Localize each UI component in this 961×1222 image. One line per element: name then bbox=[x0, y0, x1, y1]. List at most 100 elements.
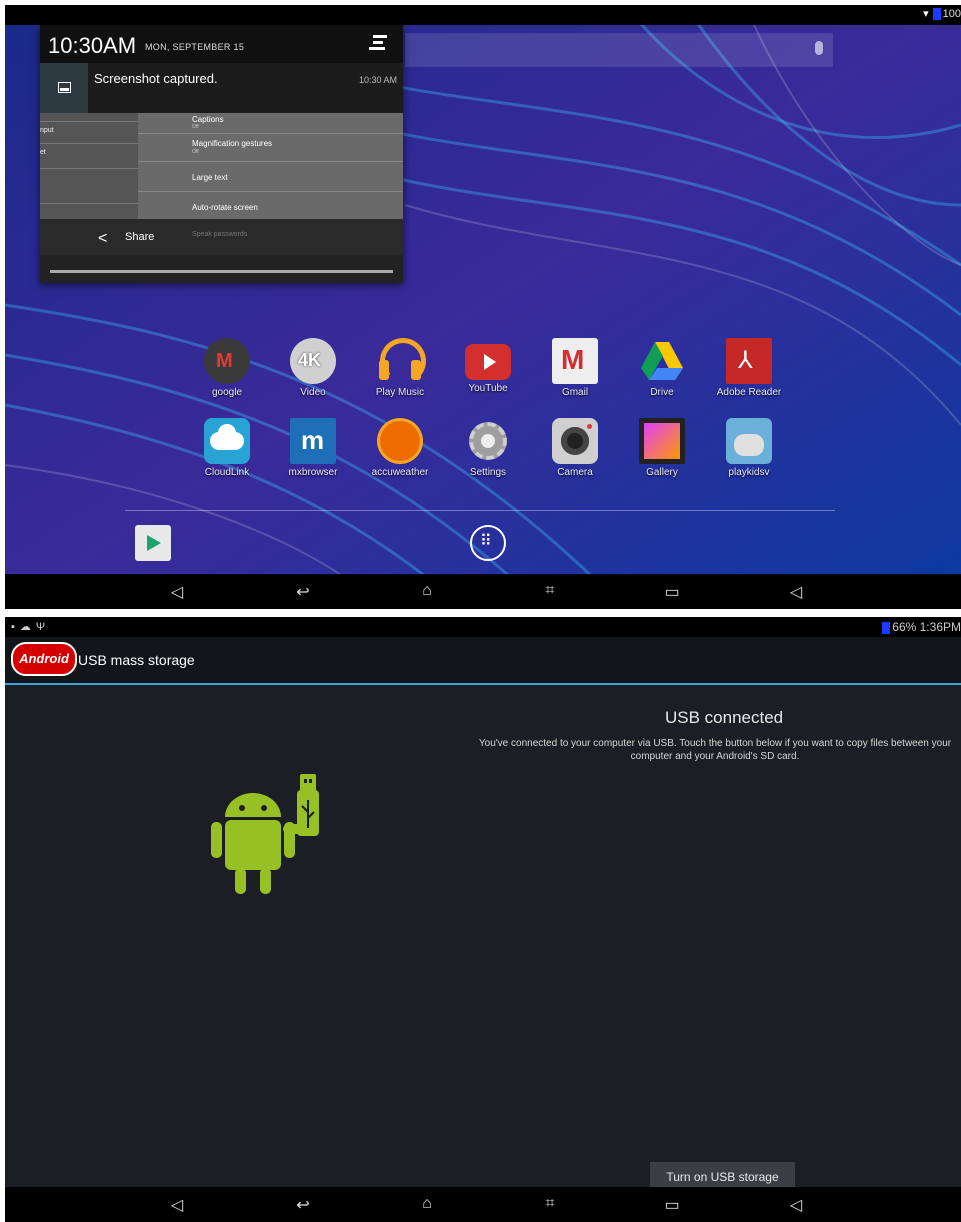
mic-icon[interactable] bbox=[815, 41, 823, 55]
thumbnail-item: Captions bbox=[192, 115, 224, 124]
app-label: playkidsv bbox=[728, 467, 770, 478]
google-icon: M bbox=[204, 338, 250, 384]
app-playkidsv[interactable]: playkidsv bbox=[709, 418, 789, 478]
image-icon: ▪ bbox=[11, 621, 20, 633]
app-label: accuweather bbox=[371, 467, 429, 478]
mxbrowser-icon: m bbox=[290, 418, 336, 464]
status-bar: ▪☁Ψ 66% 1:36PM bbox=[5, 617, 961, 637]
status-right: 66% 1:36PM bbox=[882, 620, 961, 634]
back-icon[interactable]: ↩ bbox=[288, 1195, 318, 1215]
app-label: Settings bbox=[469, 467, 507, 478]
thumbnail-faded-item: Speak passwords bbox=[192, 231, 248, 238]
dock-divider bbox=[125, 510, 835, 511]
app-label: Gmail bbox=[561, 387, 589, 398]
cloudlink-icon bbox=[204, 418, 250, 464]
volume-down-icon[interactable]: ◁ bbox=[162, 582, 192, 602]
app-label: CloudLink bbox=[204, 467, 250, 478]
youtube-icon bbox=[465, 344, 511, 380]
home-screen-panel: ▾ 100 10:30AM MON, SEPTEMBER 15 Screensho… bbox=[5, 5, 961, 609]
android-logo: Android bbox=[11, 642, 77, 676]
image-icon bbox=[58, 82, 71, 93]
thumbnail-item: Large text bbox=[192, 173, 228, 182]
notification-icon-box bbox=[40, 63, 88, 113]
screenshot-notification[interactable]: Screenshot captured. 10:30 AM bbox=[40, 63, 403, 114]
app-video[interactable]: 4K Video bbox=[273, 338, 353, 398]
app-adobe-reader[interactable]: ⅄ Adobe Reader bbox=[709, 338, 789, 398]
usb-storage-panel: ▪☁Ψ 66% 1:36PM Android USB mass storage … bbox=[5, 617, 961, 1222]
usb-description: You've connected to your computer via US… bbox=[478, 738, 952, 762]
notification-timestamp: 10:30 AM bbox=[358, 75, 397, 85]
thumbnail-left-item: et bbox=[40, 149, 46, 156]
camera-icon bbox=[552, 418, 598, 464]
recents-icon[interactable]: ▭ bbox=[657, 582, 687, 602]
navigation-bar: ◁ ↩ ⌂ ⌗ ▭ ◁ bbox=[5, 574, 961, 609]
screenshot-icon[interactable]: ⌗ bbox=[535, 1195, 565, 1213]
battery-icon bbox=[932, 8, 941, 21]
screenshot-icon[interactable]: ⌗ bbox=[535, 582, 565, 600]
app-settings[interactable]: Settings bbox=[448, 418, 528, 478]
volume-down-icon[interactable]: ◁ bbox=[162, 1195, 192, 1215]
drive-icon bbox=[639, 338, 685, 384]
app-camera[interactable]: Camera bbox=[535, 418, 615, 478]
notification-shade[interactable]: 10:30AM MON, SEPTEMBER 15 Screenshot cap… bbox=[40, 25, 403, 283]
battery-text: 100 bbox=[942, 8, 961, 20]
usb-icon: Ψ bbox=[35, 621, 51, 633]
adobe-reader-icon: ⅄ bbox=[726, 338, 772, 384]
all-apps-icon[interactable] bbox=[470, 525, 506, 561]
app-label: YouTube bbox=[468, 383, 508, 394]
thumbnail-item-sub: Off bbox=[192, 149, 199, 155]
app-label: mxbrowser bbox=[288, 467, 338, 478]
share-icon: < bbox=[98, 230, 108, 247]
clock-date: MON, SEPTEMBER 15 bbox=[145, 42, 245, 52]
play-store-icon[interactable] bbox=[135, 525, 171, 561]
app-label: Play Music bbox=[375, 387, 425, 398]
app-gallery[interactable]: Gallery bbox=[622, 418, 702, 478]
volume-up-icon[interactable]: ◁ bbox=[781, 1195, 811, 1215]
play-music-icon bbox=[377, 338, 426, 384]
settings-gear-icon bbox=[465, 418, 511, 464]
clock-time: 10:30AM bbox=[48, 33, 137, 58]
battery-time: 66% 1:36PM bbox=[892, 620, 961, 634]
gmail-icon: M bbox=[552, 338, 598, 384]
action-bar: Android USB mass storage bbox=[5, 637, 961, 685]
status-bar: ▾ 100 bbox=[5, 5, 961, 25]
cloud-icon: ☁ bbox=[19, 621, 36, 633]
notification-title: Screenshot captured. bbox=[94, 71, 218, 86]
app-drive[interactable]: Drive bbox=[622, 338, 702, 398]
android-usb-icon bbox=[211, 774, 319, 894]
app-label: google bbox=[211, 387, 243, 398]
shade-drag-handle[interactable] bbox=[50, 270, 393, 273]
thumbnail-item-sub: Off bbox=[192, 124, 199, 130]
playkidsv-icon bbox=[726, 418, 772, 464]
volume-up-icon[interactable]: ◁ bbox=[781, 582, 811, 602]
app-youtube[interactable]: YouTube bbox=[448, 338, 528, 394]
thumbnail-left-item: nput bbox=[40, 127, 54, 134]
app-label: Adobe Reader bbox=[716, 387, 782, 398]
app-cloudlink[interactable]: CloudLink bbox=[187, 418, 267, 478]
thumbnail-item: Auto-rotate screen bbox=[192, 203, 258, 212]
app-gmail[interactable]: M Gmail bbox=[535, 338, 615, 398]
status-icons: ▪☁Ψ bbox=[11, 620, 50, 633]
app-accuweather[interactable]: accuweather bbox=[360, 418, 440, 478]
app-label: Drive bbox=[650, 387, 674, 398]
app-label: Video bbox=[300, 387, 326, 398]
app-play-music[interactable]: Play Music bbox=[360, 338, 440, 398]
app-mxbrowser[interactable]: m mxbrowser bbox=[273, 418, 353, 478]
recents-icon[interactable]: ▭ bbox=[657, 1195, 687, 1215]
battery-icon bbox=[882, 621, 891, 634]
page-title: USB mass storage bbox=[78, 652, 195, 668]
app-google[interactable]: Mgoogle bbox=[187, 338, 267, 398]
home-icon[interactable]: ⌂ bbox=[412, 1195, 442, 1213]
quick-settings-icon[interactable] bbox=[369, 35, 387, 53]
share-action[interactable]: < Share Speak passwords bbox=[40, 219, 403, 255]
gallery-icon bbox=[639, 418, 685, 464]
wifi-icon: ▾ bbox=[923, 8, 929, 20]
usb-connected-heading: USB connected bbox=[665, 708, 784, 727]
search-bar[interactable] bbox=[405, 33, 833, 67]
notification-header: 10:30AM MON, SEPTEMBER 15 bbox=[40, 25, 403, 63]
share-label: Share bbox=[125, 231, 155, 243]
video-4k-icon: 4K bbox=[290, 338, 336, 384]
status-right: ▾ 100 bbox=[923, 7, 961, 21]
home-icon[interactable]: ⌂ bbox=[412, 582, 442, 600]
back-icon[interactable]: ↩ bbox=[288, 582, 318, 602]
